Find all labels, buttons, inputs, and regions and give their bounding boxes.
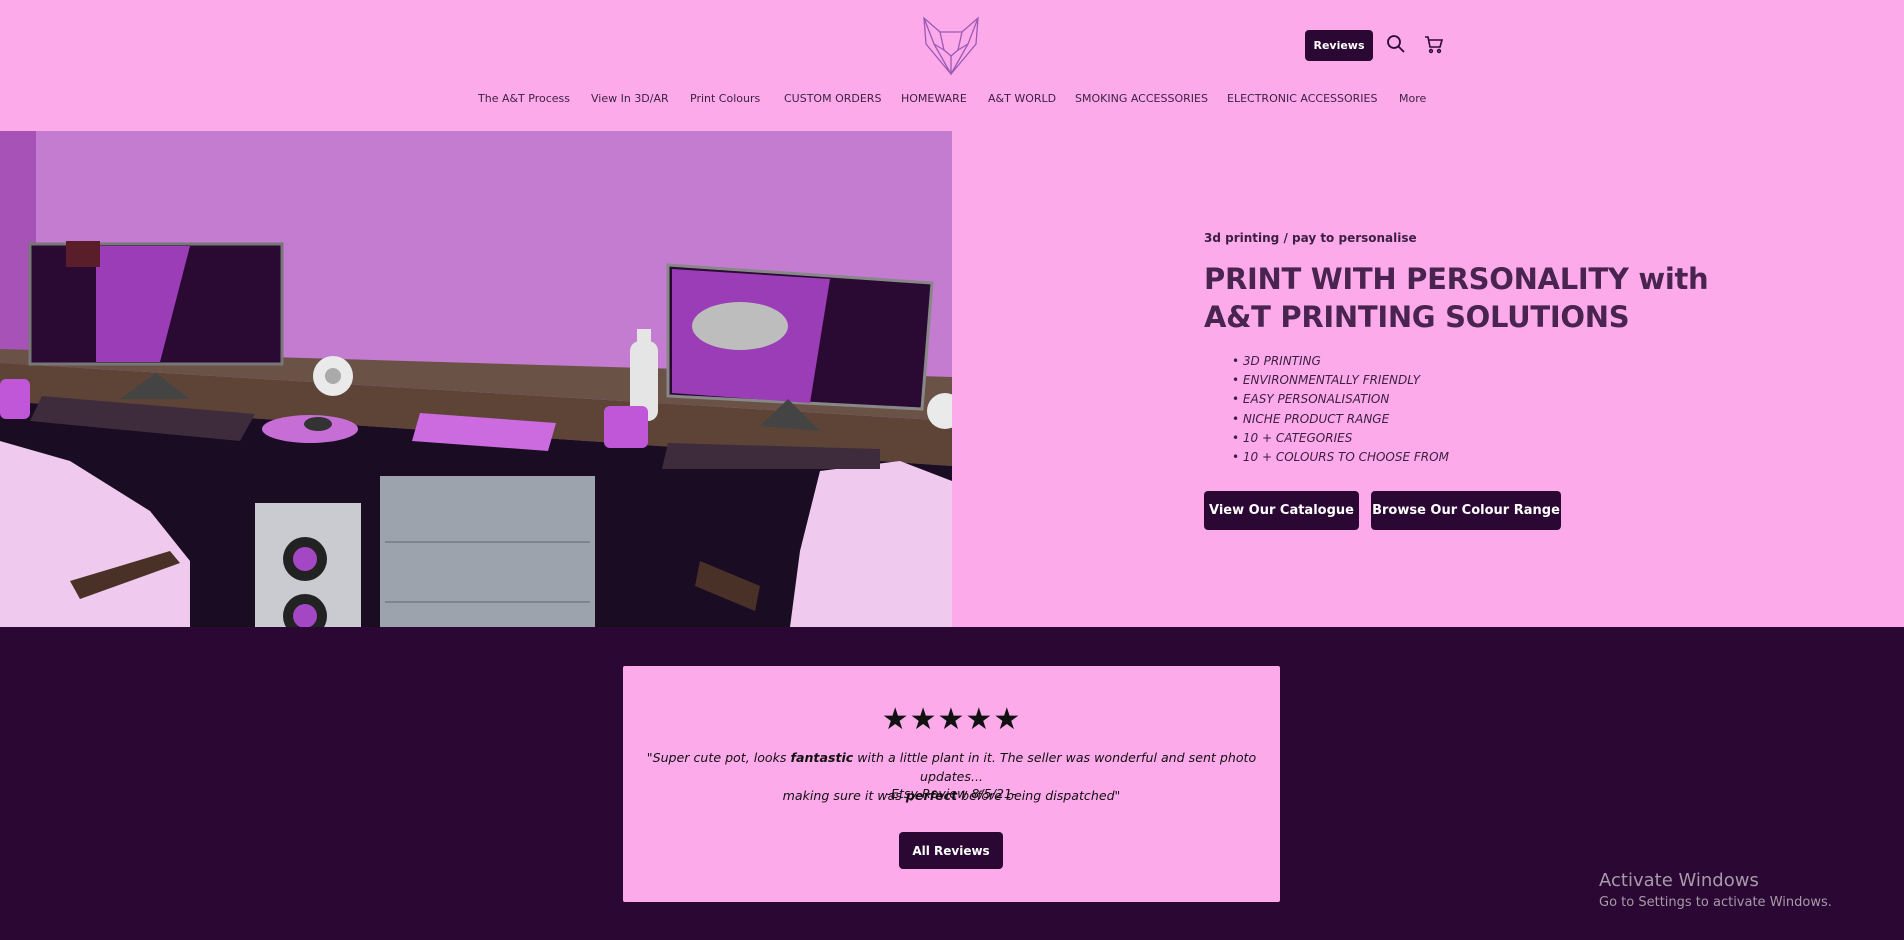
cart-icon[interactable]: [1423, 33, 1445, 55]
all-reviews-button[interactable]: All Reviews: [899, 832, 1003, 869]
search-icon[interactable]: [1385, 33, 1407, 55]
hero-eyebrow: 3d printing / pay to personalise: [1204, 231, 1417, 245]
nav-item-smoking-accessories[interactable]: SMOKING ACCESSORIES: [1075, 92, 1208, 105]
view-catalogue-button[interactable]: View Our Catalogue: [1204, 491, 1359, 530]
hero-image: [0, 131, 952, 627]
quote-text: with a little plant in it. The seller wa…: [853, 750, 1257, 784]
feature-item: 3D PRINTING: [1232, 352, 1449, 371]
hero-title: PRINT WITH PERSONALITY with A&T PRINTING…: [1204, 262, 1709, 334]
windows-activation-watermark: Activate Windows Go to Settings to activ…: [1599, 870, 1832, 910]
feature-item: 10 + CATEGORIES: [1232, 429, 1449, 448]
feature-item: ENVIRONMENTALLY FRIENDLY: [1232, 371, 1449, 390]
reviews-button[interactable]: Reviews: [1305, 30, 1373, 61]
nav-item-custom-orders[interactable]: CUSTOM ORDERS: [784, 92, 881, 105]
review-source: -Etsy Review 8/5/21-: [886, 786, 1017, 801]
nav-item-electronic-accessories[interactable]: ELECTRONIC ACCESSORIES: [1227, 92, 1377, 105]
feature-item: 10 + COLOURS TO CHOOSE FROM: [1232, 448, 1449, 467]
nav-item-at-process[interactable]: The A&T Process: [478, 92, 570, 105]
star-rating: ★★★★★: [881, 702, 1022, 737]
quote-emphasis: fantastic: [790, 750, 854, 765]
nav-item-at-world[interactable]: A&T WORLD: [988, 92, 1056, 105]
watermark-subtitle: Go to Settings to activate Windows.: [1599, 895, 1832, 910]
nav-item-more[interactable]: More: [1399, 92, 1426, 105]
quote-text: "Super cute pot, looks: [646, 750, 791, 765]
feature-item: EASY PERSONALISATION: [1232, 390, 1449, 409]
review-card: ★★★★★ "Super cute pot, looks fantastic w…: [623, 666, 1280, 902]
feature-list: 3D PRINTING ENVIRONMENTALLY FRIENDLY EAS…: [1232, 352, 1449, 467]
nav-item-print-colours[interactable]: Print Colours: [690, 92, 760, 105]
browse-colour-range-button[interactable]: Browse Our Colour Range: [1371, 491, 1561, 530]
logo-fox-icon[interactable]: [920, 16, 982, 76]
nav-item-homeware[interactable]: HOMEWARE: [901, 92, 967, 105]
feature-item: NICHE PRODUCT RANGE: [1232, 410, 1449, 429]
nav-item-view-3d-ar[interactable]: View In 3D/AR: [591, 92, 669, 105]
watermark-title: Activate Windows: [1599, 870, 1759, 891]
